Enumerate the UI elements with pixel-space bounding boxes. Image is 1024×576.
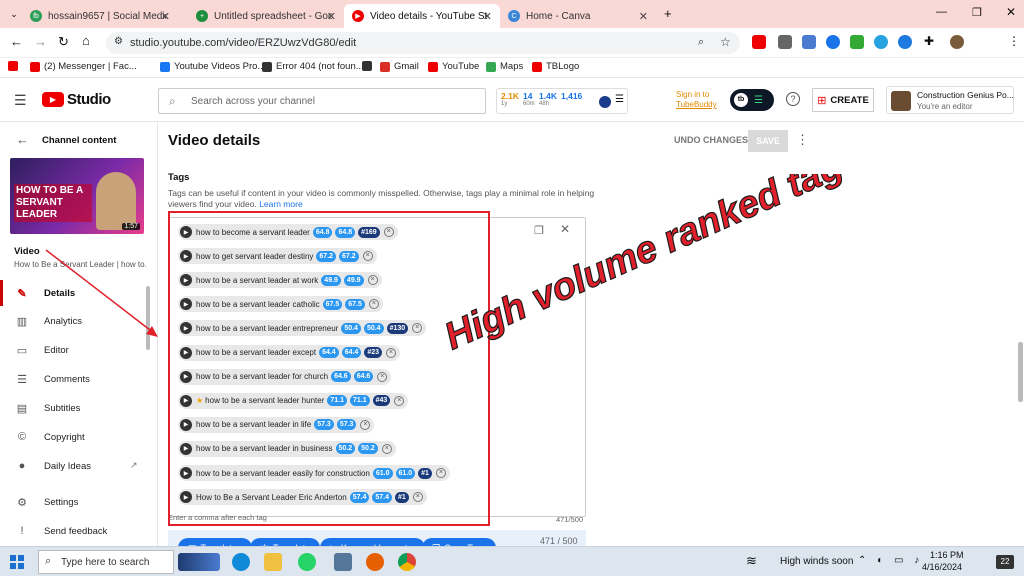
weather-icon[interactable]: ≋: [746, 553, 757, 569]
taskbar-search-placeholder: Type here to search: [61, 556, 150, 568]
taskbar-search-highlight-icon[interactable]: [178, 553, 220, 571]
chrome-icon[interactable]: [398, 553, 416, 571]
windows-start-icon[interactable]: [10, 555, 24, 569]
clock-time[interactable]: 1:16 PM: [930, 550, 964, 560]
clock-date[interactable]: 4/16/2024: [922, 562, 962, 572]
system-tray-icons[interactable]: ⌃ ◐ ▭ ♪: [858, 555, 923, 566]
weather-text[interactable]: High winds soon: [780, 556, 853, 567]
file-explorer-icon[interactable]: [264, 553, 282, 571]
whatsapp-icon[interactable]: [298, 553, 316, 571]
firefox-icon[interactable]: [366, 553, 384, 571]
notification-badge[interactable]: 22: [996, 555, 1014, 569]
taskbar-search-input[interactable]: ⌕ Type here to search: [38, 550, 174, 574]
edge-icon[interactable]: [232, 553, 250, 571]
search-icon: ⌕: [45, 555, 52, 567]
windows-taskbar: ⌕ Type here to search ≋ High winds soon …: [0, 546, 1024, 576]
annotation-arrow: [45, 249, 158, 337]
taskbar-app-icon[interactable]: [334, 553, 352, 571]
